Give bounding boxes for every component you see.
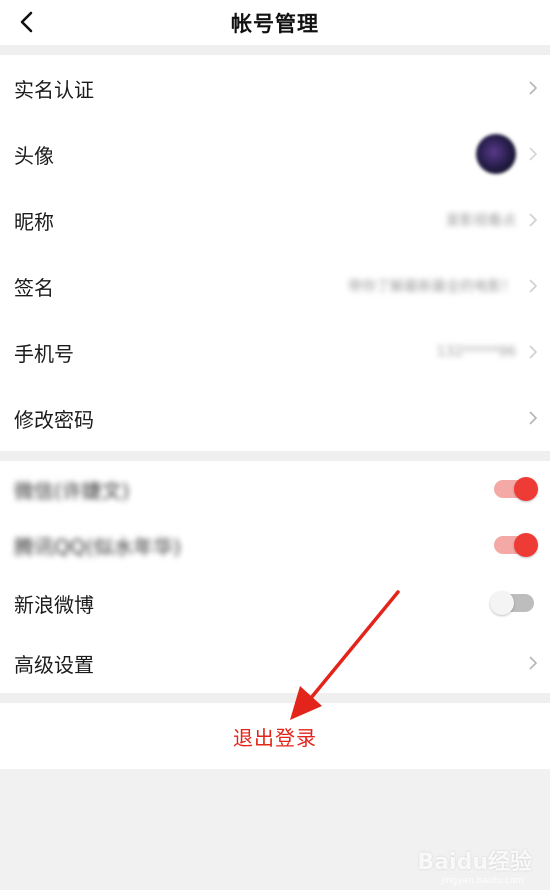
- section-gap: [0, 451, 550, 461]
- toggle-knob: [514, 533, 538, 557]
- signature-value: 带你了解最新最全的电影！: [348, 279, 516, 295]
- row-wechat: 微信(许婕文): [0, 461, 550, 517]
- binding-section: 微信(许婕文) 腾讯QQ(似水年华) 新浪微博 高级设置: [0, 461, 550, 693]
- logout-label: 退出登录: [233, 725, 317, 750]
- chevron-right-icon: [526, 211, 540, 229]
- row-qq: 腾讯QQ(似水年华): [0, 517, 550, 573]
- signature-label: 签名: [14, 275, 54, 300]
- top-bar: 帐号管理: [0, 0, 550, 45]
- row-weibo: 新浪微博: [0, 573, 550, 633]
- avatar: [476, 134, 516, 174]
- row-advanced-settings[interactable]: 高级设置: [0, 633, 550, 693]
- avatar-label: 头像: [14, 143, 54, 168]
- page-title: 帐号管理: [231, 11, 319, 36]
- wechat-toggle[interactable]: [494, 477, 538, 501]
- weibo-toggle[interactable]: [490, 591, 534, 615]
- row-avatar[interactable]: 头像: [0, 121, 550, 187]
- chevron-right-icon: [526, 79, 540, 97]
- wechat-label: 微信(许婕文): [14, 478, 130, 503]
- nickname-label: 昵称: [14, 209, 54, 234]
- change-password-label: 修改密码: [14, 407, 94, 432]
- toggle-knob: [490, 591, 514, 615]
- section-gap: [0, 693, 550, 703]
- row-signature[interactable]: 签名 带你了解最新最全的电影！: [0, 253, 550, 319]
- row-change-password[interactable]: 修改密码: [0, 385, 550, 451]
- chevron-right-icon: [526, 145, 540, 163]
- weibo-label: 新浪微博: [14, 592, 94, 617]
- real-name-label: 实名认证: [14, 77, 94, 102]
- nickname-value: 爱影视看点: [446, 213, 516, 229]
- chevron-right-icon: [526, 343, 540, 361]
- toggle-knob: [514, 477, 538, 501]
- row-real-name[interactable]: 实名认证: [0, 55, 550, 121]
- watermark-text: Baidu经验: [417, 850, 532, 875]
- account-section: 实名认证 头像 昵称 爱影视看点 签名 带你了解最新最全的电影！ 手机号 132…: [0, 55, 550, 451]
- phone-label: 手机号: [14, 341, 74, 366]
- qq-toggle[interactable]: [494, 533, 538, 557]
- baidu-watermark: Baidu经验: [417, 844, 532, 876]
- advanced-settings-label: 高级设置: [14, 652, 94, 677]
- row-nickname[interactable]: 昵称 爱影视看点: [0, 187, 550, 253]
- chevron-right-icon: [526, 277, 540, 295]
- back-icon[interactable]: [12, 5, 42, 39]
- chevron-right-icon: [526, 654, 540, 672]
- section-gap: [0, 45, 550, 55]
- row-phone[interactable]: 手机号 132*****96: [0, 319, 550, 385]
- qq-label: 腾讯QQ(似水年华): [14, 534, 182, 559]
- logout-button[interactable]: 退出登录: [0, 703, 550, 769]
- phone-value: 132*****96: [436, 344, 516, 360]
- watermark-url: jingyan.baidu.com: [440, 876, 524, 886]
- chevron-right-icon: [526, 409, 540, 427]
